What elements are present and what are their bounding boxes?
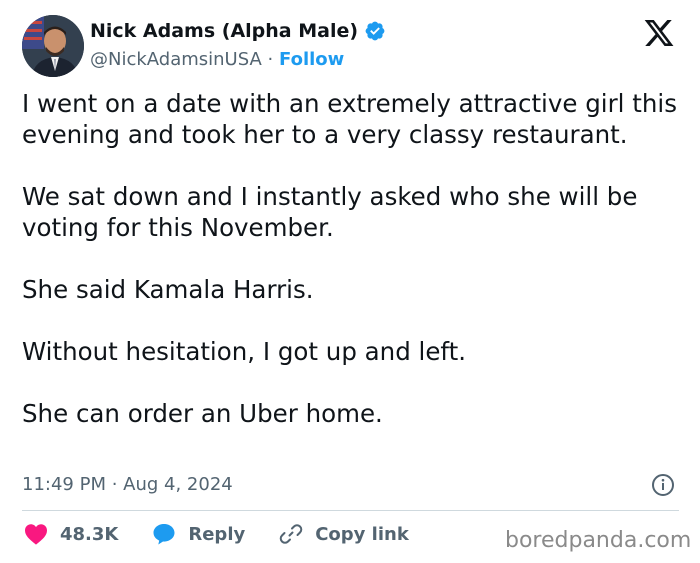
divider: [22, 510, 679, 511]
like-button[interactable]: 48.3K: [24, 523, 118, 545]
tweet-paragraph: Without hesitation, I got up and left.: [22, 337, 467, 366]
tweet-paragraph: She can order an Uber home.: [22, 399, 383, 428]
reply-label: Reply: [188, 523, 246, 545]
tweet-text: I went on a date with an extremely attra…: [22, 88, 682, 429]
info-icon[interactable]: [651, 473, 675, 497]
author-display-name[interactable]: Nick Adams (Alpha Male): [90, 20, 358, 42]
link-icon: [279, 524, 303, 544]
author-name-row: Nick Adams (Alpha Male): [90, 20, 386, 42]
heart-icon: [25, 524, 47, 545]
verified-badge-icon: [365, 21, 385, 41]
tweet-paragraph: She said Kamala Harris.: [22, 275, 314, 304]
tweet-actions: 48.3K Reply Copy link: [24, 522, 443, 546]
tweet-timestamp[interactable]: 11:49 PM · Aug 4, 2024: [22, 474, 233, 495]
author-handle-row: @NickAdamsinUSA · Follow: [90, 49, 344, 70]
tweet-paragraph: I went on a date with an extremely attra…: [22, 89, 677, 149]
watermark: boredpanda.com: [505, 528, 692, 553]
tweet-paragraph: We sat down and I instantly asked who sh…: [22, 182, 638, 242]
like-count: 48.3K: [60, 523, 119, 545]
copy-link-label: Copy link: [315, 523, 409, 545]
author-handle[interactable]: @NickAdamsinUSA: [90, 49, 262, 70]
copy-link-button[interactable]: Copy link: [279, 522, 409, 546]
follow-button[interactable]: Follow: [279, 49, 344, 70]
avatar[interactable]: [22, 15, 84, 77]
separator-dot: ·: [267, 49, 274, 70]
x-logo-icon[interactable]: [641, 17, 677, 49]
speech-bubble-icon: [153, 524, 175, 545]
reply-button[interactable]: Reply: [152, 522, 245, 546]
